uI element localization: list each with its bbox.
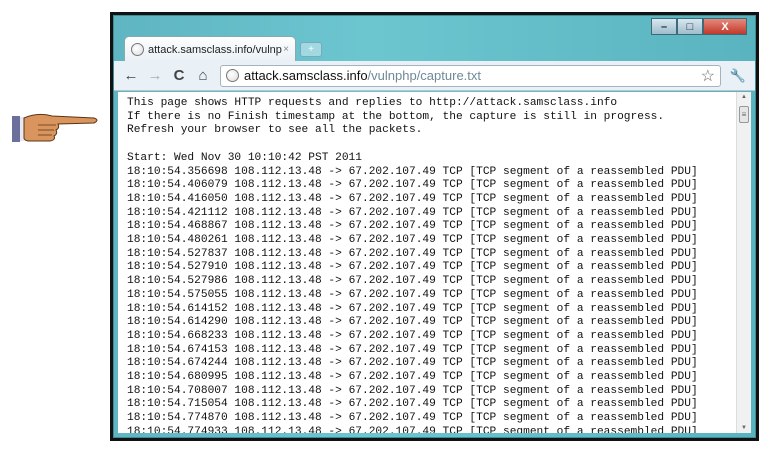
packet-timestamp: 18:10:54.480261: [127, 234, 228, 247]
packet-timestamp: 18:10:54.527910: [127, 261, 228, 274]
packet-timestamp: 18:10:54.575055: [127, 288, 228, 301]
packet-timestamp: 18:10:54.614290: [127, 316, 228, 329]
url-host: attack.samsclass.info: [244, 68, 368, 83]
packet-timestamp: 18:10:54.416050: [127, 192, 228, 205]
bookmark-star-icon[interactable]: ☆: [701, 66, 715, 86]
globe-icon: [131, 43, 144, 56]
scrollbar-thumb[interactable]: ≡: [739, 106, 749, 123]
packet-line: 18:10:54.406079 108.112.13.48 -> 67.202.…: [127, 179, 698, 193]
start-line: Start: Wed Nov 30 10:10:42 PST 2011: [127, 151, 362, 164]
reload-button[interactable]: C: [168, 67, 190, 84]
packet-line: 18:10:54.614290 108.112.13.48 -> 67.202.…: [127, 316, 698, 330]
packet-info: 108.112.13.48 -> 67.202.107.49 TCP [TCP …: [227, 384, 698, 397]
packet-info: 108.112.13.48 -> 67.202.107.49 TCP [TCP …: [227, 261, 698, 274]
packet-info: 108.112.13.48 -> 67.202.107.49 TCP [TCP …: [227, 302, 698, 315]
packet-line: 18:10:54.527986 108.112.13.48 -> 67.202.…: [127, 275, 698, 289]
home-button[interactable]: ⌂: [192, 67, 214, 84]
packet-info: 108.112.13.48 -> 67.202.107.49 TCP [TCP …: [227, 357, 698, 370]
packet-info: 108.112.13.48 -> 67.202.107.49 TCP [TCP …: [227, 206, 698, 219]
packet-timestamp: 18:10:54.715054: [127, 398, 228, 411]
packet-timestamp: 18:10:54.674244: [127, 357, 228, 370]
maximize-button[interactable]: □: [677, 18, 703, 35]
browser-tab[interactable]: attack.samsclass.info/vulnp ×: [124, 36, 296, 62]
wrench-menu-icon[interactable]: 🔧: [727, 68, 749, 84]
packet-line: 18:10:54.356698 108.112.13.48 -> 67.202.…: [127, 166, 698, 180]
packet-line: 18:10:54.774933 108.112.13.48 -> 67.202.…: [127, 426, 698, 433]
packet-line: 18:10:54.527910 108.112.13.48 -> 67.202.…: [127, 261, 698, 275]
packet-line: 18:10:54.674153 108.112.13.48 -> 67.202.…: [127, 344, 698, 358]
packet-info: 108.112.13.48 -> 67.202.107.49 TCP [TCP …: [227, 343, 698, 356]
packet-info: 108.112.13.48 -> 67.202.107.49 TCP [TCP …: [227, 398, 698, 411]
toolbar: ← → C ⌂ attack.samsclass.info/vulnphp/ca…: [114, 61, 755, 91]
packet-info: 108.112.13.48 -> 67.202.107.49 TCP [TCP …: [227, 412, 698, 425]
tab-title: attack.samsclass.info/vulnp: [148, 43, 282, 56]
pointing-hand-icon: [12, 113, 98, 142]
packet-info: 108.112.13.48 -> 67.202.107.49 TCP [TCP …: [227, 234, 698, 247]
browser-window: – □ X attack.samsclass.info/vulnp × + ← …: [110, 12, 759, 441]
page-content: This page shows HTTP requests and replie…: [118, 92, 751, 433]
packet-timestamp: 18:10:54.708007: [127, 384, 228, 397]
packet-timestamp: 18:10:54.774870: [127, 412, 228, 425]
packet-info: 108.112.13.48 -> 67.202.107.49 TCP [TCP …: [227, 329, 698, 342]
packet-line: 18:10:54.674244 108.112.13.48 -> 67.202.…: [127, 357, 698, 371]
header-line: This page shows HTTP requests and replie…: [127, 97, 618, 109]
packet-line: 18:10:54.614152 108.112.13.48 -> 67.202.…: [127, 303, 698, 317]
packet-line: 18:10:54.421112 108.112.13.48 -> 67.202.…: [127, 207, 698, 221]
close-window-button[interactable]: X: [703, 18, 747, 35]
packet-info: 108.112.13.48 -> 67.202.107.49 TCP [TCP …: [227, 179, 698, 192]
packet-timestamp: 18:10:54.406079: [127, 179, 228, 192]
packet-info: 108.112.13.48 -> 67.202.107.49 TCP [TCP …: [227, 371, 698, 384]
header-line: If there is no Finish timestamp at the b…: [127, 110, 665, 123]
packet-line: 18:10:54.468867 108.112.13.48 -> 67.202.…: [127, 220, 698, 234]
url-path: /vulnphp/capture.txt: [367, 68, 482, 83]
packet-line: 18:10:54.715054 108.112.13.48 -> 67.202.…: [127, 398, 698, 412]
globe-icon: [226, 69, 239, 82]
header-line: Refresh your browser to see all the pack…: [127, 124, 423, 137]
packet-info: 108.112.13.48 -> 67.202.107.49 TCP [TCP …: [227, 220, 698, 233]
packet-timestamp: 18:10:54.674153: [127, 343, 228, 356]
minimize-button[interactable]: –: [651, 18, 677, 35]
packet-timestamp: 18:10:54.527837: [127, 247, 228, 260]
scroll-up-arrow[interactable]: ▲: [737, 94, 751, 100]
packet-line: 18:10:54.668233 108.112.13.48 -> 67.202.…: [127, 330, 698, 344]
new-tab-button[interactable]: +: [300, 42, 322, 57]
address-bar[interactable]: attack.samsclass.info/vulnphp/capture.tx…: [220, 64, 721, 87]
packet-timestamp: 18:10:54.421112: [127, 206, 228, 219]
packet-info: 108.112.13.48 -> 67.202.107.49 TCP [TCP …: [227, 247, 698, 260]
capture-text: This page shows HTTP requests and replie…: [127, 97, 698, 433]
packet-timestamp: 18:10:54.468867: [127, 220, 228, 233]
packet-line: 18:10:54.416050 108.112.13.48 -> 67.202.…: [127, 193, 698, 207]
vertical-scrollbar[interactable]: ▲ ≡ ▼: [736, 92, 751, 433]
packet-info: 108.112.13.48 -> 67.202.107.49 TCP [TCP …: [227, 316, 698, 329]
packet-line: 18:10:54.708007 108.112.13.48 -> 67.202.…: [127, 385, 698, 399]
back-button[interactable]: ←: [120, 67, 142, 84]
packet-line: 18:10:54.480261 108.112.13.48 -> 67.202.…: [127, 234, 698, 248]
packet-line: 18:10:54.575055 108.112.13.48 -> 67.202.…: [127, 289, 698, 303]
packet-info: 108.112.13.48 -> 67.202.107.49 TCP [TCP …: [227, 275, 698, 288]
window-controls: – □ X: [651, 18, 747, 35]
header-line: [127, 138, 698, 152]
packet-info: 108.112.13.48 -> 67.202.107.49 TCP [TCP …: [227, 192, 698, 205]
packet-line: 18:10:54.680995 108.112.13.48 -> 67.202.…: [127, 371, 698, 385]
packet-timestamp: 18:10:54.774933: [127, 425, 228, 433]
packet-timestamp: 18:10:54.527986: [127, 275, 228, 288]
packet-timestamp: 18:10:54.668233: [127, 329, 228, 342]
packet-line: 18:10:54.527837 108.112.13.48 -> 67.202.…: [127, 248, 698, 262]
packet-line: 18:10:54.774870 108.112.13.48 -> 67.202.…: [127, 412, 698, 426]
scroll-down-arrow[interactable]: ▼: [737, 425, 751, 431]
packet-timestamp: 18:10:54.356698: [127, 165, 228, 178]
packet-info: 108.112.13.48 -> 67.202.107.49 TCP [TCP …: [227, 288, 698, 301]
forward-button[interactable]: →: [144, 67, 166, 84]
packet-info: 108.112.13.48 -> 67.202.107.49 TCP [TCP …: [227, 425, 698, 433]
window-frame: – □ X attack.samsclass.info/vulnp × + ← …: [113, 15, 756, 438]
tab-close-icon[interactable]: ×: [283, 44, 289, 55]
packet-info: 108.112.13.48 -> 67.202.107.49 TCP [TCP …: [227, 165, 698, 178]
packet-timestamp: 18:10:54.614152: [127, 302, 228, 315]
packet-timestamp: 18:10:54.680995: [127, 371, 228, 384]
